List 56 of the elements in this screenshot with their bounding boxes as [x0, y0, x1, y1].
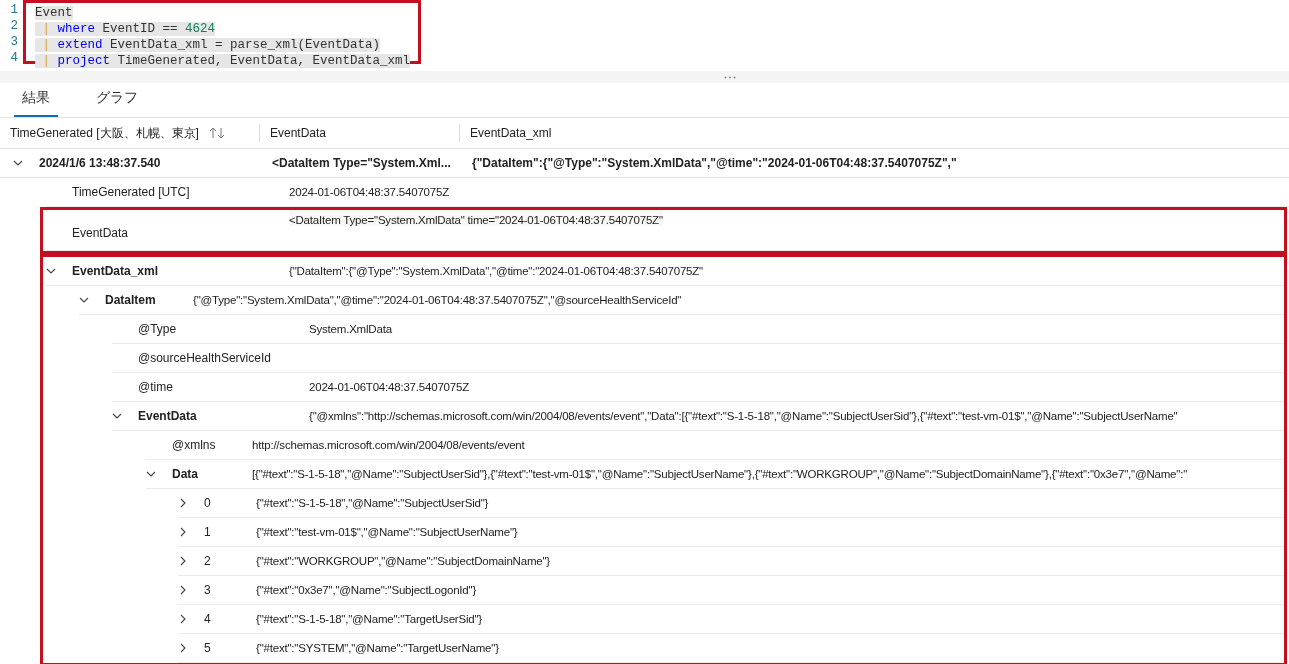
chevron-down-icon[interactable]	[112, 411, 122, 421]
field-value: {"#text":"S-1-5-18","@Name":"SubjectUserSid"}	[256, 497, 489, 509]
chevron-down-icon[interactable]	[46, 266, 56, 276]
field-name: @Type	[138, 322, 178, 336]
column-header[interactable]: EventData_xml	[470, 126, 552, 140]
line-number: 3	[9, 34, 19, 50]
chevron-right-icon[interactable]	[178, 643, 188, 653]
line-number: 2	[9, 18, 19, 34]
chevron-right-icon[interactable]	[178, 614, 188, 624]
field-name: 4	[204, 612, 212, 626]
tab[interactable]: 結果	[14, 89, 58, 117]
field-value: {"@Type":"System.XmlData","@time":"2024-01-06T04:48:37.5407075Z","@sourceHealthServiceId"	[193, 294, 682, 306]
field-value: {"DataItem":{"@Type":"System.XmlData","@time":"2024-01-06T04:48:37.5407075Z"	[289, 265, 703, 277]
table-cell-text: <DataItem Type="System.Xml...	[272, 156, 452, 170]
column-header[interactable]: TimeGenerated [大阪、札幌、東京]	[10, 124, 199, 142]
field-value: {"@xmlns":"http://schemas.microsoft.com/win/2004/08/events/event","Data":[{"#text":"S-1-5-18","@Name":"SubjectUserSid"},{"#text":"test-vm-01$","@Name":"SubjectUserName"	[309, 410, 1178, 422]
field-name: EventData	[138, 409, 198, 423]
chevron-down-icon[interactable]	[146, 469, 156, 479]
field-name: @xmlns	[172, 438, 217, 452]
field-name: @time	[138, 380, 174, 394]
field-name: EventData	[72, 225, 130, 240]
field-value: http://schemas.microsoft.com/win/2004/08/events/event	[252, 439, 525, 451]
field-name: @sourceHealthServiceId	[138, 351, 272, 365]
field-name: EventData_xml	[72, 264, 160, 278]
column-header[interactable]: EventData	[270, 126, 327, 140]
field-value: 2024-01-06T04:48:37.5407075Z	[289, 186, 449, 198]
field-name: 5	[204, 641, 212, 655]
line-number: 4	[9, 50, 19, 66]
tab[interactable]: グラフ	[88, 89, 146, 117]
field-value: {"#text":"test-vm-01$","@Name":"SubjectUserName"}	[256, 526, 518, 538]
line-number: 1	[9, 2, 19, 18]
field-value: {"#text":"WORKGROUP","@Name":"SubjectDomainName"}	[256, 555, 550, 567]
field-name: 1	[204, 525, 212, 539]
chevron-right-icon[interactable]	[178, 527, 188, 537]
field-value: 2024-01-06T04:48:37.5407075Z	[309, 381, 469, 393]
table-cell: {"DataItem":{"@Type":"System.XmlData","@time":"2024-01-06T04:48:37.5407075Z","	[472, 156, 957, 170]
field-value: {"#text":"0x3e7","@Name":"SubjectLogonId"}	[256, 584, 477, 596]
grip-icon[interactable]	[723, 75, 736, 79]
field-value: {"#text":"SYSTEM","@Name":"TargetUserName"}	[256, 642, 499, 654]
field-name: TimeGenerated [UTC]	[72, 185, 191, 199]
field-value: <DataItem Type="System.XmlData" time="2024-01-06T04:48:37.5407075Z"	[289, 210, 663, 226]
chevron-right-icon[interactable]	[178, 556, 188, 566]
field-value: System.XmlData	[309, 323, 392, 335]
field-name: DataItem	[105, 293, 157, 307]
sort-icon[interactable]	[208, 127, 225, 139]
chevron-down-icon[interactable]	[79, 295, 89, 305]
field-value: [{"#text":"S-1-5-18","@Name":"SubjectUserSid"},{"#text":"test-vm-01$","@Name":"SubjectUserName"},{"#text":"WORKGROUP","@Name":"SubjectDomainName"},{"#text":"0x3e7","@Name":"	[252, 468, 1188, 480]
field-name: Data	[172, 467, 199, 481]
chevron-right-icon[interactable]	[178, 498, 188, 508]
field-name: 3	[204, 583, 212, 597]
field-name: 2	[204, 554, 212, 568]
field-value: {"#text":"S-1-5-18","@Name":"TargetUserSid"}	[256, 613, 482, 625]
field-name: 0	[204, 496, 212, 510]
chevron-right-icon[interactable]	[178, 585, 188, 595]
chevron-down-icon[interactable]	[12, 158, 23, 168]
table-cell-text: 2024/1/6 13:48:37.540	[39, 156, 162, 170]
